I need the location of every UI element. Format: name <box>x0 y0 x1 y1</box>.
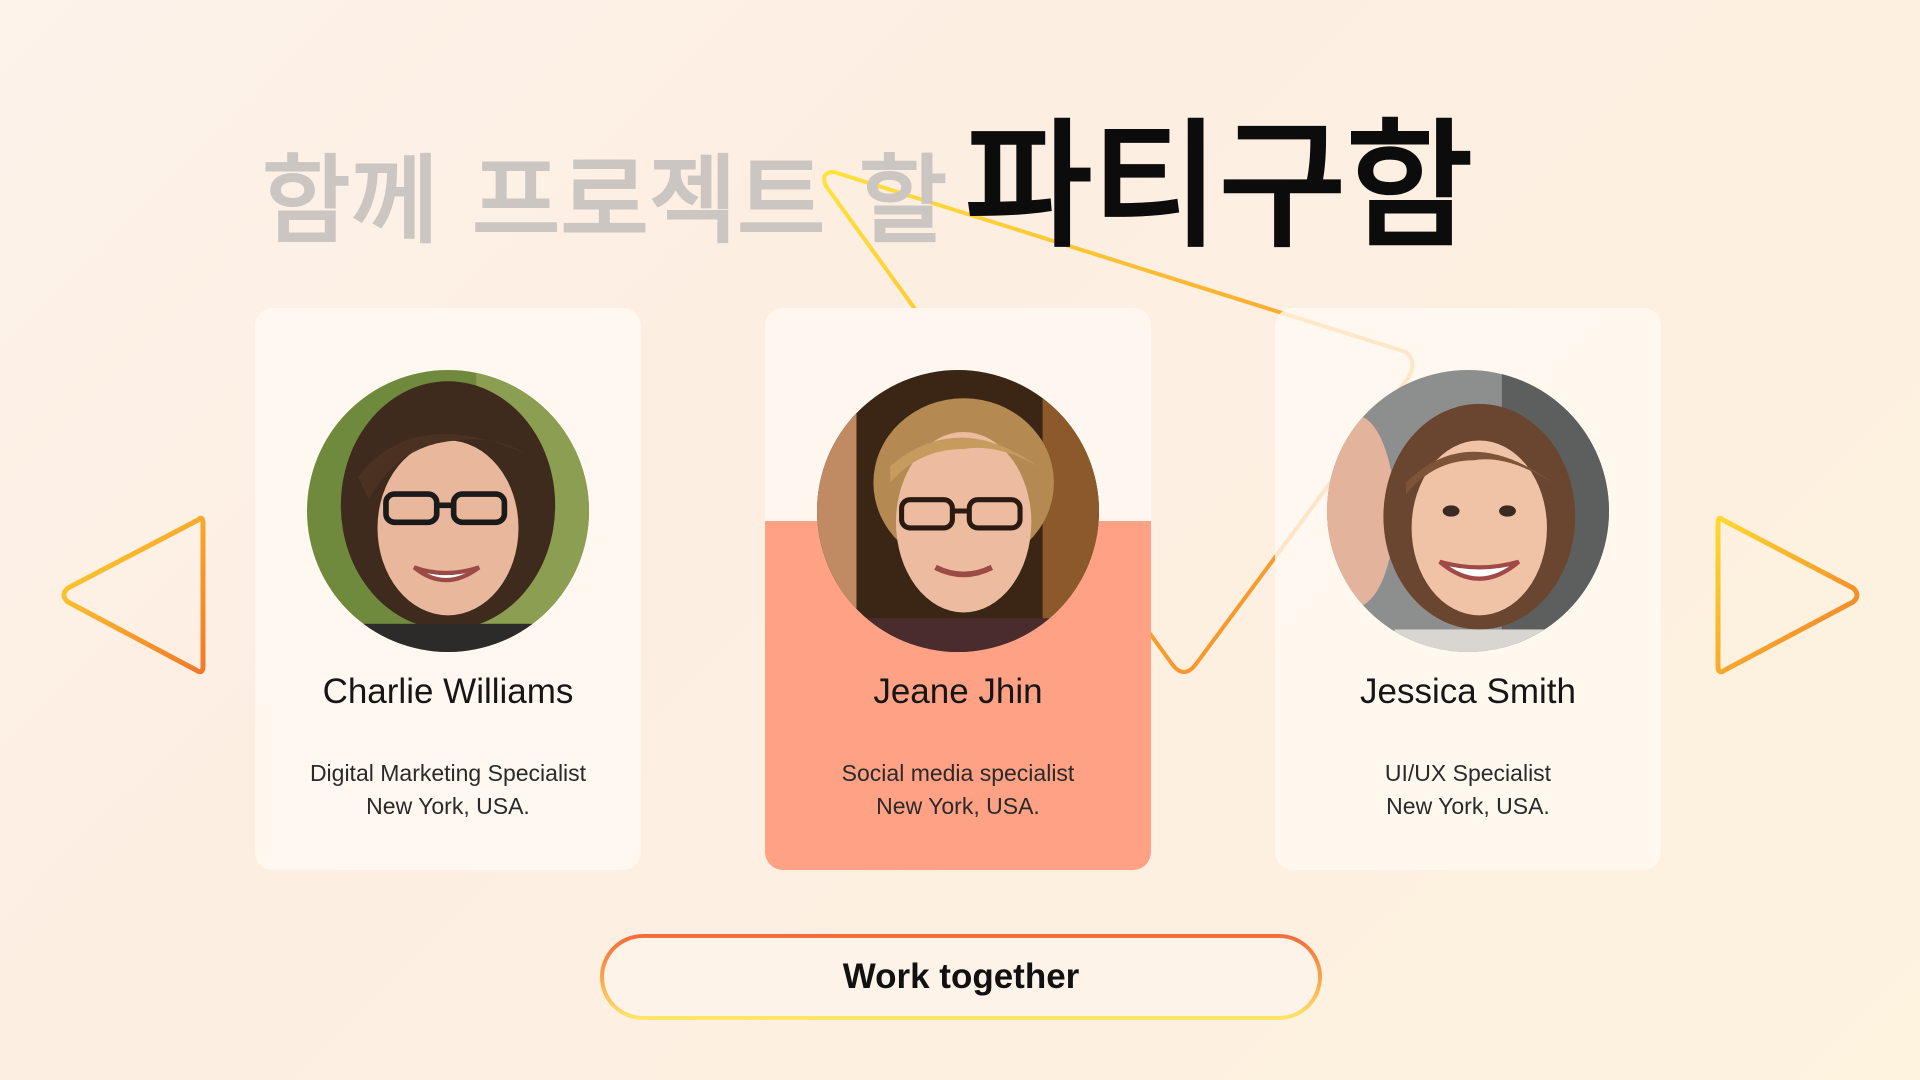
card-role: Digital Marketing Specialist <box>309 760 587 786</box>
card-role: UI/UX Specialist <box>1384 760 1552 786</box>
chevron-right-triangle-icon <box>1715 515 1860 675</box>
page-title: 함께 프로젝트 할 파티구함 <box>262 118 1473 256</box>
chevron-left-triangle-icon <box>61 515 206 675</box>
card-name: Charlie Williams <box>322 672 574 711</box>
card-location: New York, USA. <box>366 793 530 819</box>
avatar <box>1327 370 1609 652</box>
profile-card-jeane[interactable]: Jeane Jhin Social media specialist New Y… <box>765 308 1151 870</box>
work-together-label: Work together <box>604 938 1318 1016</box>
work-together-button[interactable]: Work together <box>600 934 1322 1020</box>
avatar <box>817 370 1099 652</box>
profile-card-jessica[interactable]: Jessica Smith UI/UX Specialist New York,… <box>1275 308 1661 870</box>
title-bold-text: 파티구함 <box>965 106 1473 267</box>
card-name: Jeane Jhin <box>873 672 1043 711</box>
prev-arrow-button[interactable] <box>58 510 208 680</box>
profile-card-charlie[interactable]: Charlie Williams Digital Marketing Speci… <box>255 308 641 870</box>
card-role: Social media specialist <box>841 760 1075 786</box>
avatar <box>307 370 589 652</box>
next-arrow-button[interactable] <box>1713 510 1863 680</box>
card-location: New York, USA. <box>876 793 1040 819</box>
card-location: New York, USA. <box>1386 793 1550 819</box>
card-name: Jessica Smith <box>1360 672 1576 711</box>
title-light-text: 함께 프로젝트 할 <box>262 145 948 257</box>
